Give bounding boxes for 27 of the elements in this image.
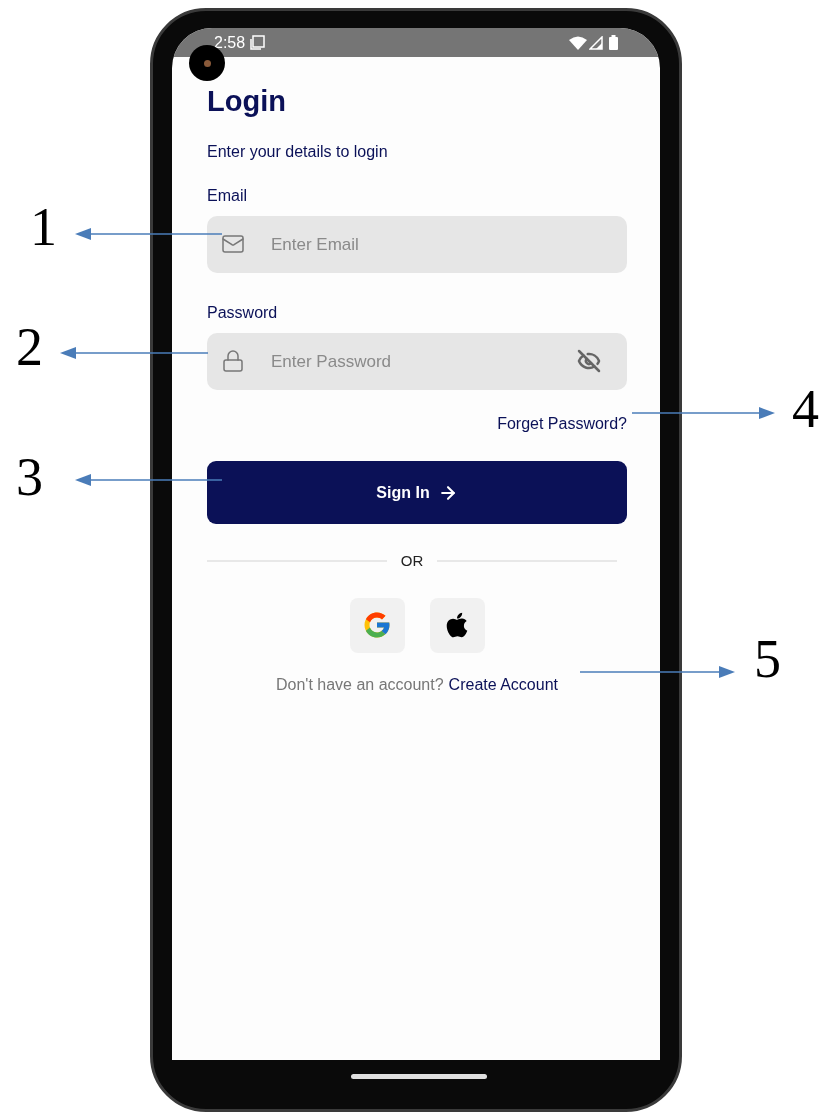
- apple-sign-in-button[interactable]: [429, 597, 485, 653]
- lock-icon: [221, 349, 245, 373]
- google-sign-in-button[interactable]: [349, 597, 405, 653]
- mail-icon: [221, 232, 245, 256]
- sign-in-button[interactable]: Sign In: [207, 461, 627, 524]
- signal-icon: [589, 35, 603, 50]
- annotation-number: 4: [792, 382, 819, 436]
- eye-off-icon[interactable]: [577, 349, 601, 373]
- page-title: Login: [207, 87, 287, 116]
- create-account-link[interactable]: Create Account: [448, 672, 558, 697]
- battery-icon: [609, 35, 618, 50]
- screenshot-icon: [250, 35, 266, 50]
- annotation-number: 2: [16, 320, 43, 374]
- page-subtitle: Enter your details to login: [207, 142, 389, 162]
- annotation-number: 3: [16, 450, 43, 504]
- signup-prompt: Don't have an account?: [276, 674, 444, 695]
- input-field[interactable]: Enter Email: [207, 216, 627, 273]
- or-divider-text: OR: [400, 551, 424, 571]
- input-field[interactable]: Enter Password: [207, 333, 627, 390]
- status-time: 2:58: [214, 32, 246, 53]
- field-label: Email: [207, 186, 248, 206]
- wifi-icon: [569, 35, 587, 50]
- google-logo-icon: [362, 610, 392, 640]
- annotation-number: 1: [30, 200, 57, 254]
- forgot-password-link[interactable]: Forget Password?: [497, 412, 627, 436]
- annotation-number: 5: [754, 632, 781, 686]
- field-label: Password: [207, 303, 279, 323]
